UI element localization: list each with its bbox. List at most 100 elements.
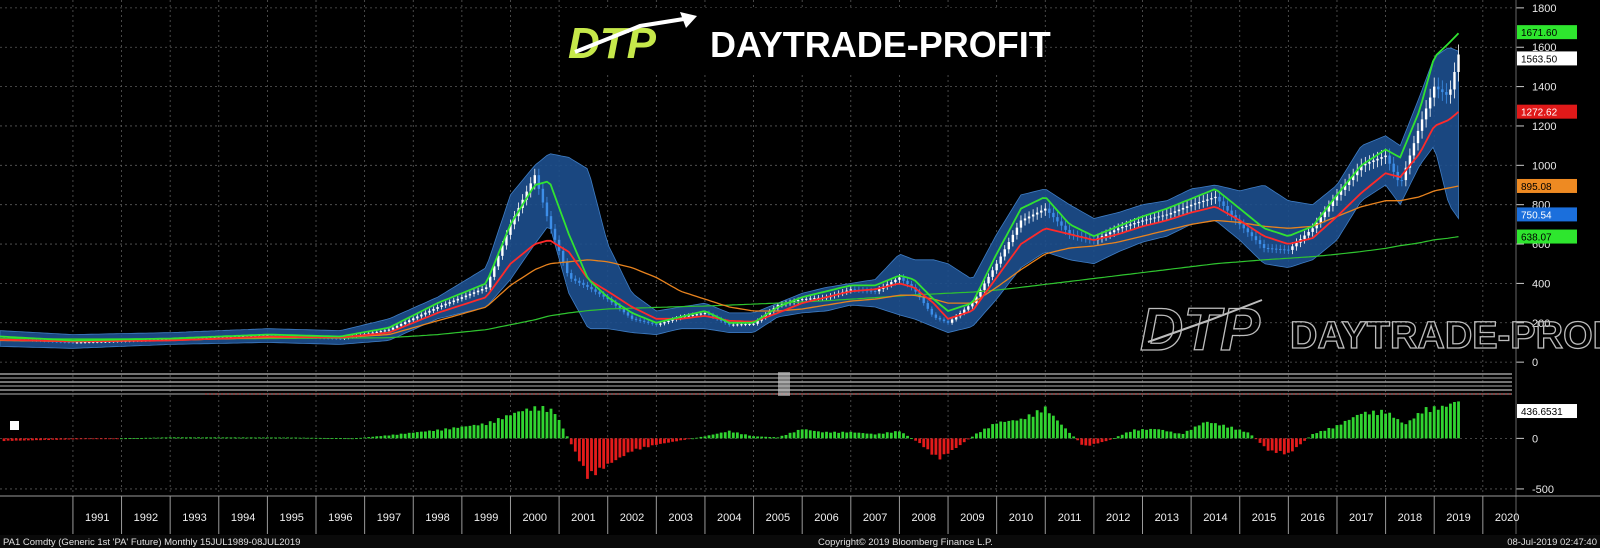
histogram-bar: [355, 438, 358, 440]
candle-body: [1424, 108, 1428, 120]
histogram-bar: [1137, 430, 1140, 439]
histogram-bar: [1104, 438, 1108, 442]
histogram-bar: [808, 430, 812, 439]
candle-body: [983, 283, 986, 290]
histogram-bar: [1436, 409, 1440, 439]
histogram-bar: [282, 437, 286, 439]
candle-body: [383, 330, 387, 332]
candle-body: [1044, 208, 1047, 211]
candle-body: [699, 313, 703, 315]
candle-body: [403, 322, 407, 324]
histogram-bar: [577, 438, 581, 462]
histogram-bar: [1258, 438, 1262, 443]
histogram-bar: [1157, 429, 1161, 439]
candle-body: [796, 300, 800, 302]
histogram-bar: [995, 423, 999, 439]
year-tick-label: 1996: [328, 512, 352, 524]
histogram-bar: [444, 428, 448, 439]
candle-body: [1141, 220, 1144, 222]
candle-body: [1242, 224, 1245, 229]
candle-body: [472, 292, 476, 294]
histogram-bar: [1376, 415, 1379, 439]
histogram-bar: [245, 437, 249, 439]
histogram-bar: [99, 438, 103, 440]
year-tick-label: 2011: [1058, 512, 1082, 524]
histogram-bar: [610, 438, 614, 463]
year-tick-label: 2012: [1106, 512, 1130, 524]
candle-body: [553, 228, 557, 240]
histogram-bar: [160, 437, 164, 439]
histogram-bar: [1282, 438, 1286, 455]
candle-body: [869, 290, 873, 292]
histogram-bar: [1116, 436, 1120, 439]
histogram-bar: [193, 437, 196, 439]
candle-body: [598, 291, 601, 295]
histogram-bar: [999, 421, 1003, 439]
histogram-bar: [1278, 438, 1282, 451]
histogram-bar: [561, 428, 565, 439]
histogram-bar: [569, 438, 573, 445]
histogram-bar: [910, 438, 913, 440]
histogram-bar: [91, 438, 95, 440]
histogram-bar: [6, 438, 10, 441]
histogram-bar: [1295, 438, 1298, 448]
histogram-bar: [1384, 413, 1387, 439]
histogram-bar: [1299, 438, 1302, 445]
price-badge-label: 1671.60: [1521, 28, 1558, 39]
year-tick-label: 2001: [571, 512, 595, 524]
histogram-bar: [468, 425, 472, 439]
histogram-bar: [1303, 438, 1306, 441]
candle-body: [1145, 219, 1148, 221]
histogram-bar: [270, 437, 273, 439]
candle-body: [1060, 221, 1063, 226]
candle-body: [1185, 206, 1189, 208]
candle-body: [1453, 71, 1456, 90]
histogram-bar: [391, 434, 395, 439]
histogram-bar: [59, 438, 63, 440]
histogram-bar: [26, 438, 30, 441]
candle-body: [1181, 207, 1185, 210]
histogram-bar: [107, 438, 111, 440]
candle-body: [1015, 227, 1019, 235]
candle-body: [946, 321, 950, 323]
candle-body: [468, 293, 472, 296]
histogram-bar: [517, 411, 520, 439]
year-tick-label: 2008: [911, 512, 935, 524]
candle-body: [561, 250, 565, 263]
histogram-bar: [906, 435, 909, 439]
price-badge-label: 436.6531: [1521, 407, 1563, 418]
histogram-bar: [10, 438, 14, 441]
histogram-bar: [205, 437, 209, 439]
histogram-bar: [505, 415, 508, 439]
histogram-bar: [1096, 438, 1100, 444]
histogram-bar: [1128, 431, 1132, 439]
histogram-bar: [764, 436, 768, 439]
candle-body: [1003, 249, 1006, 257]
candle-body: [1368, 162, 1371, 164]
histogram-bar: [1015, 420, 1019, 439]
palladium-price-chart: 020040060080010001200140016001800-5000 1…: [0, 0, 1600, 548]
histogram-bar: [590, 438, 593, 472]
histogram-bar: [606, 438, 610, 464]
histogram-bar: [549, 408, 553, 439]
histogram-bar: [1323, 430, 1327, 439]
price-tick-label: 400: [1532, 278, 1550, 290]
candle-body: [379, 331, 383, 333]
histogram-bar: [241, 437, 245, 439]
histogram-bar: [51, 438, 55, 440]
year-tick-label: 2020: [1495, 512, 1519, 524]
histogram-bar: [1035, 410, 1039, 439]
candle-body: [444, 303, 447, 306]
histogram-bar: [602, 438, 606, 469]
year-tick-label: 1999: [474, 512, 498, 524]
histogram-bar: [1359, 413, 1363, 439]
histogram-bar: [294, 437, 298, 439]
histogram-bar: [148, 437, 152, 439]
histogram-bar: [298, 437, 302, 439]
histogram-bar: [1408, 420, 1412, 439]
histogram-bar: [1145, 429, 1148, 439]
candle-body: [574, 278, 577, 281]
histogram-bar: [893, 431, 897, 439]
candle-body: [647, 321, 650, 323]
candle-body: [452, 300, 455, 303]
